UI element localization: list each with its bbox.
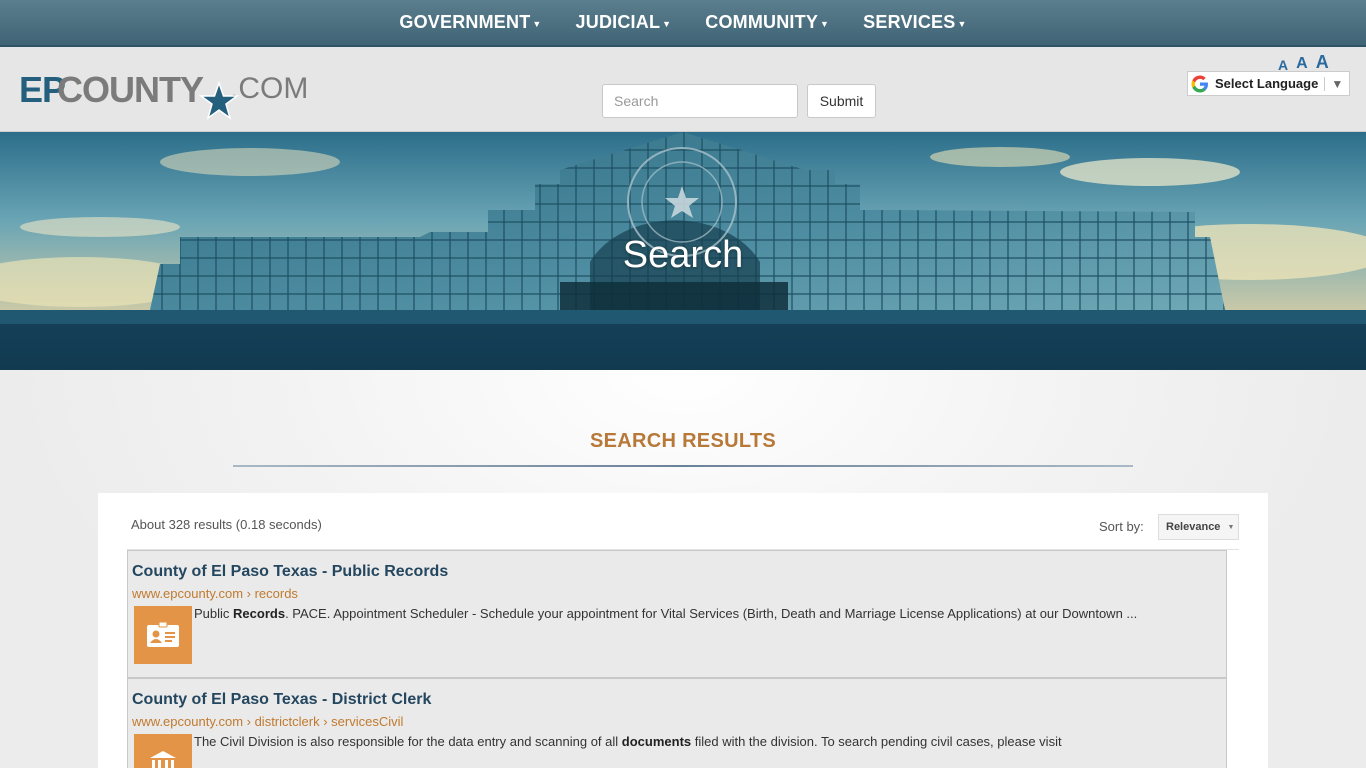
caret-down-icon: ▼: [957, 18, 967, 29]
language-select[interactable]: Select Language ▼: [1187, 71, 1350, 96]
results-panel: About 328 results (0.18 seconds) Sort by…: [98, 493, 1268, 768]
id-card-icon: [134, 606, 192, 664]
search-input[interactable]: [602, 84, 798, 118]
dropdown-arrow-icon: ▼: [1324, 76, 1343, 91]
chevron-down-icon: ▼: [1227, 523, 1235, 531]
font-size-large[interactable]: A: [1316, 52, 1329, 73]
result-url: www.epcounty.com › records: [132, 586, 298, 601]
caret-down-icon: ▼: [532, 18, 542, 29]
hero-banner: Search: [0, 132, 1366, 310]
site-logo[interactable]: EP COUNTY .COM: [19, 69, 309, 121]
building-hero-image: [0, 132, 1366, 310]
result-snippet: Public Records. PACE. Appointment Schedu…: [194, 606, 1138, 621]
results-heading: SEARCH RESULTS: [589, 430, 777, 452]
top-nav: GOVERNMENT ▼ JUDICIAL ▼ COMMUNITY ▼ SERVICE…: [0, 0, 1366, 47]
hero-band: [0, 310, 1366, 370]
result-url: www.epcounty.com › districtclerk › servi…: [132, 714, 404, 729]
caret-down-icon: ▼: [820, 18, 830, 29]
results-area: SEARCH RESULTS About 328 results (0.18 s…: [0, 370, 1366, 768]
result-item: County of El Paso Texas - District Clerk…: [127, 678, 1227, 768]
logo-com: .COM: [230, 72, 309, 105]
nav-government[interactable]: GOVERNMENT ▼: [399, 12, 541, 33]
sort-select[interactable]: Relevance ▼: [1158, 514, 1239, 540]
nav-services[interactable]: SERVICES ▼: [863, 12, 966, 33]
page-title: Search: [622, 234, 744, 276]
result-item: County of El Paso Texas - Public Records…: [127, 550, 1227, 678]
result-count: About 328 results (0.18 seconds): [131, 517, 322, 532]
nav-community[interactable]: COMMUNITY ▼: [705, 12, 829, 33]
logo-county: COUNTY: [57, 69, 204, 110]
site-header: EP COUNTY .COM Submit A A A Select Langu…: [0, 47, 1366, 132]
submit-button[interactable]: Submit: [807, 84, 876, 118]
font-size-controls: A A A: [1278, 52, 1329, 73]
sort-value: Relevance: [1166, 521, 1221, 533]
nav-judicial[interactable]: JUDICIAL ▼: [576, 12, 672, 33]
result-title-link[interactable]: County of El Paso Texas - District Clerk: [132, 691, 431, 709]
heading-divider: [233, 465, 1133, 467]
sort-label: Sort by:: [1099, 519, 1144, 534]
star-logo-icon: [199, 81, 239, 120]
caret-down-icon: ▼: [662, 18, 672, 29]
result-snippet: The Civil Division is also responsible f…: [194, 734, 1062, 749]
courthouse-icon: [134, 734, 192, 768]
language-label: Select Language: [1215, 76, 1319, 91]
google-icon: [1191, 75, 1208, 92]
result-title-link[interactable]: County of El Paso Texas - Public Records: [132, 563, 448, 581]
